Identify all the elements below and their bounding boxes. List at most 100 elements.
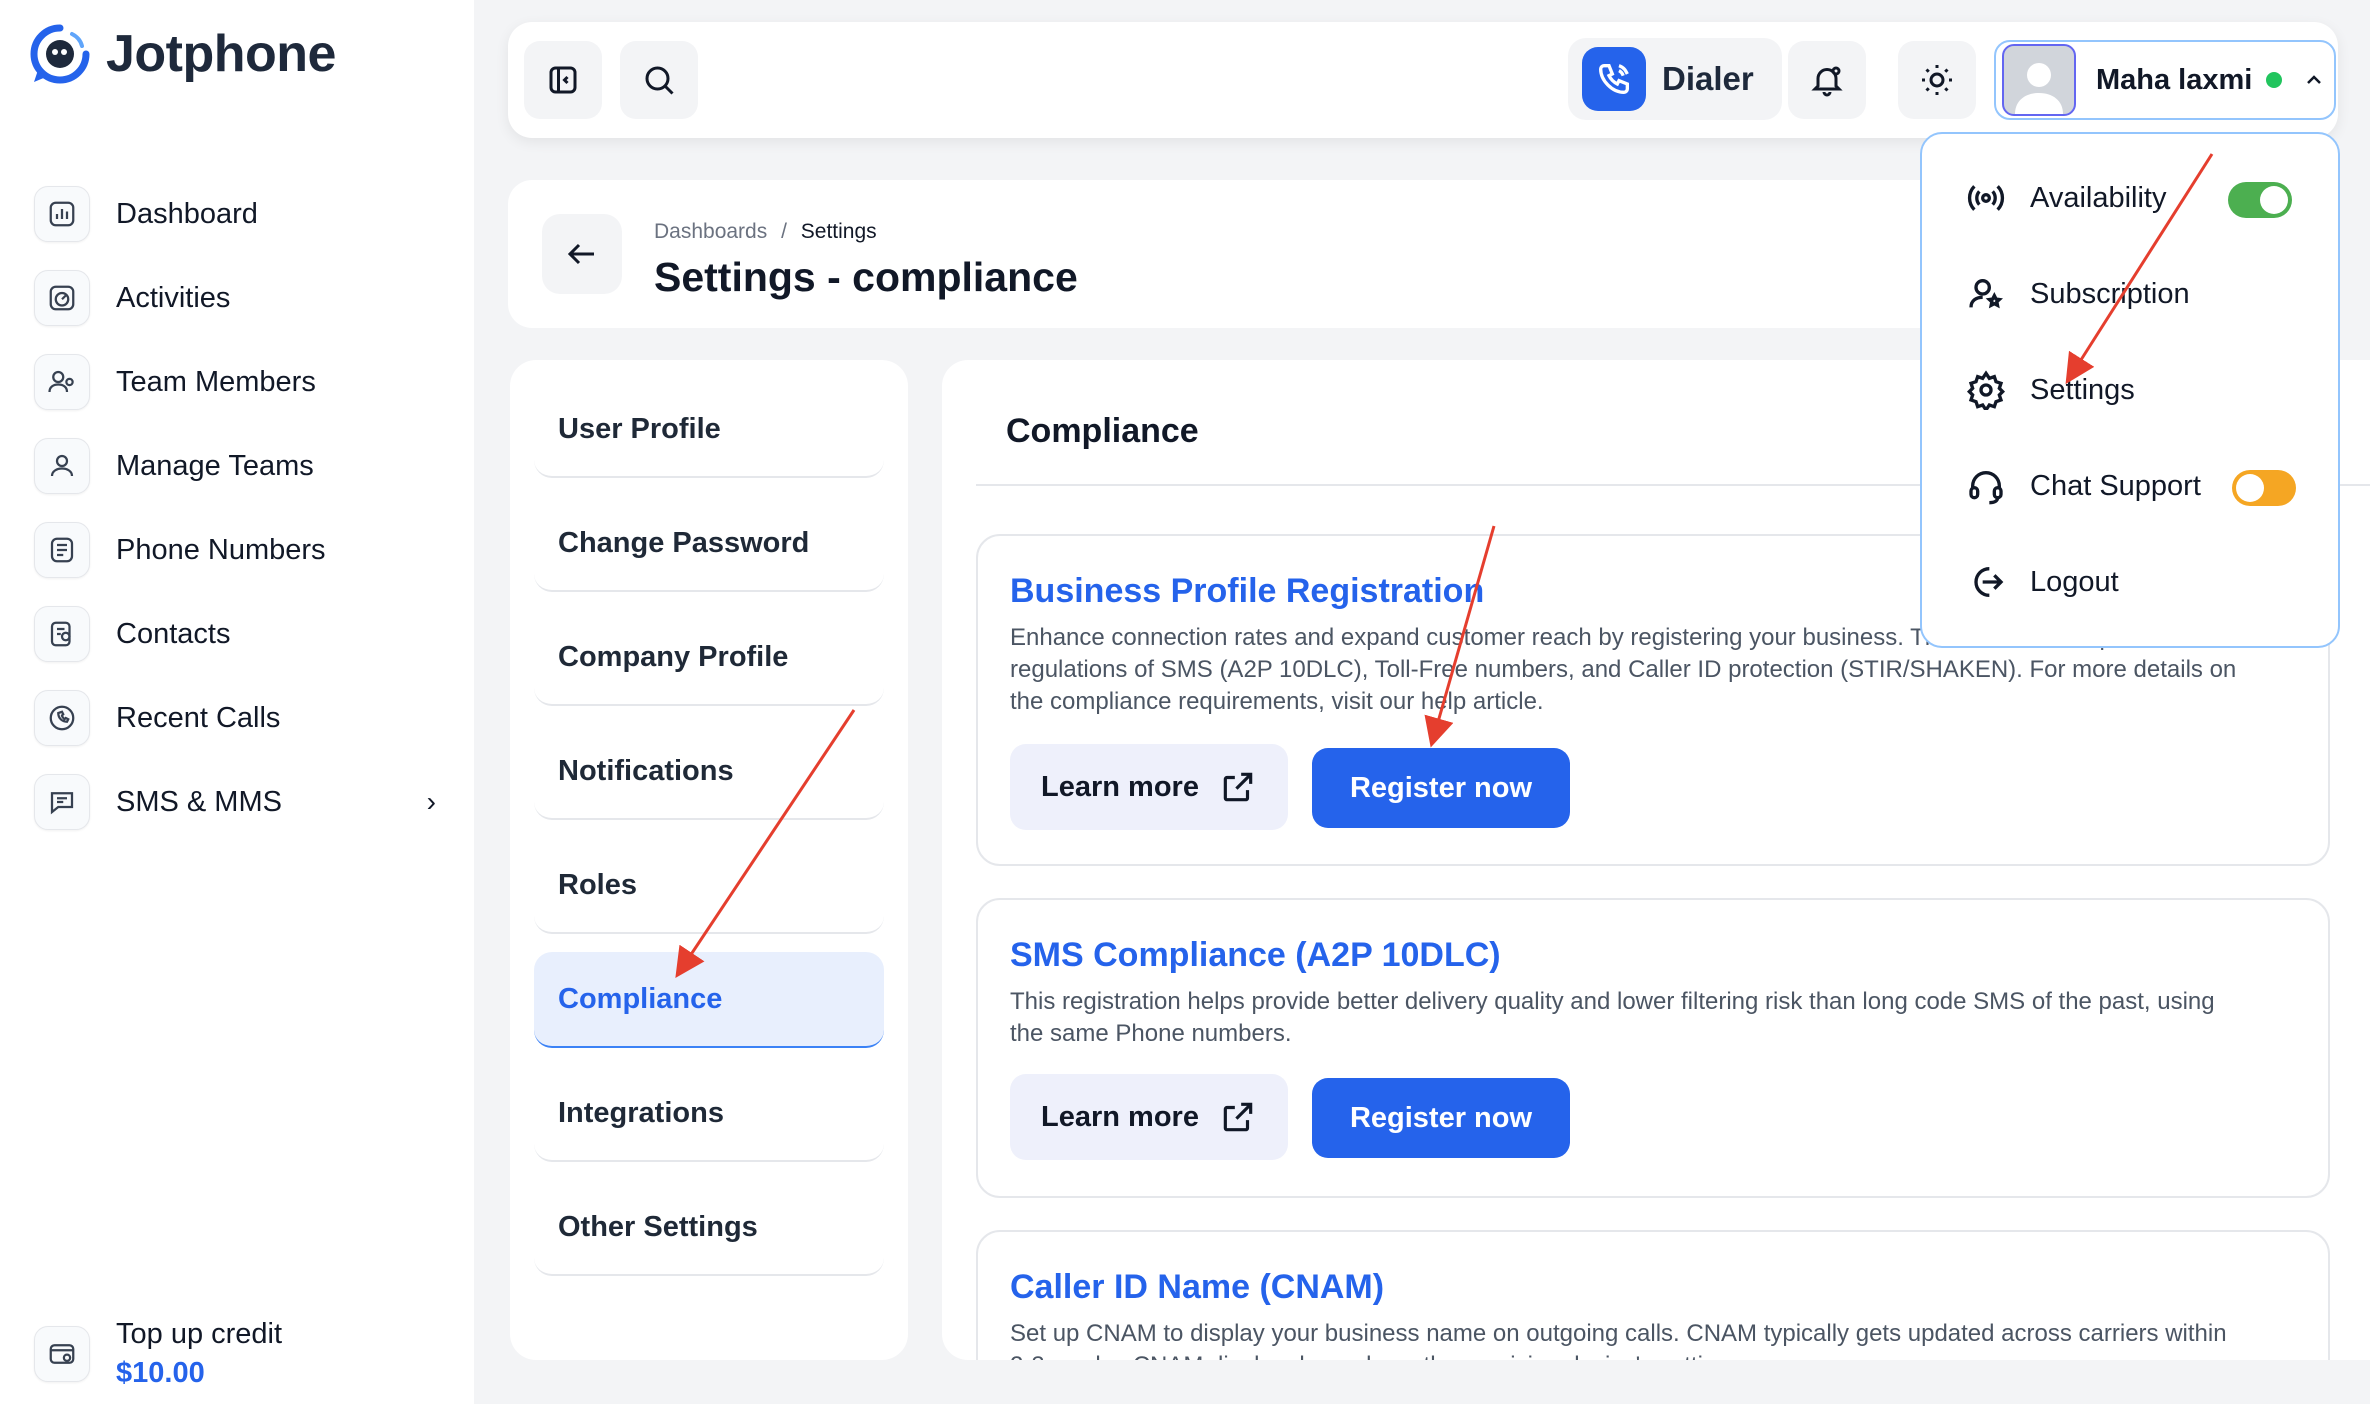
settings-item-user-profile[interactable]: User Profile: [534, 382, 884, 478]
settings-item-compliance[interactable]: Compliance: [534, 952, 884, 1048]
avatar: [2002, 44, 2076, 116]
bell-icon: [1811, 66, 1843, 97]
sidebar: Jotphone Dashboard Activities Team Membe…: [0, 0, 474, 1404]
online-status-dot: [2266, 72, 2283, 88]
brand-logo[interactable]: Jotphone: [28, 22, 336, 86]
dialer-label: Dialer: [1662, 60, 1754, 97]
top-bar: Dialer Maha laxmi: [508, 22, 2338, 138]
breadcrumb-current: Settings: [800, 220, 877, 243]
back-button[interactable]: [542, 214, 622, 294]
card-description: This registration helps provide better d…: [1010, 988, 2215, 1047]
learn-more-label: Learn more: [1041, 770, 1199, 803]
sidebar-item-recent-calls[interactable]: Recent Calls: [34, 676, 444, 760]
sidebar-item-manage-teams[interactable]: Manage Teams: [34, 424, 444, 508]
sidebar-item-label: Dashboard: [116, 197, 258, 230]
logout-icon: [1974, 567, 2004, 597]
menu-item-label: Logout: [2030, 565, 2119, 598]
sidebar-item-label: Recent Calls: [116, 701, 281, 734]
sidebar-toggle-icon: [549, 66, 577, 94]
wallet-icon: [34, 1326, 90, 1382]
learn-more-button[interactable]: Learn more: [1010, 1074, 1288, 1160]
topup-value: $10.00: [116, 1357, 205, 1389]
user-star-icon: [1969, 279, 2003, 309]
learn-more-label: Learn more: [1041, 1100, 1199, 1133]
brand-name: Jotphone: [106, 25, 336, 83]
sidebar-nav: Dashboard Activities Team Members Manage…: [34, 172, 444, 844]
breadcrumb-separator: /: [781, 220, 787, 243]
users-icon: [34, 354, 90, 410]
cnam-card: Caller ID Name (CNAM) Set up CNAM to dis…: [976, 1230, 2330, 1360]
sidebar-item-label: Manage Teams: [116, 449, 314, 482]
menu-item-settings[interactable]: Settings: [1966, 370, 2135, 410]
menu-item-label: Chat Support: [2030, 469, 2201, 502]
sidebar-item-dashboard[interactable]: Dashboard: [34, 172, 444, 256]
menu-item-label: Availability: [2030, 181, 2167, 214]
broadcast-icon: [1967, 185, 2005, 211]
sun-icon: [1922, 65, 1952, 95]
card-description: Set up CNAM to display your business nam…: [1010, 1320, 2227, 1360]
sidebar-item-phone-numbers[interactable]: Phone Numbers: [34, 508, 444, 592]
sidebar-item-label: Activities: [116, 281, 231, 314]
menu-item-label: Settings: [2030, 373, 2135, 406]
gauge-icon: [34, 270, 90, 326]
contact-icon: [34, 606, 90, 662]
register-now-button[interactable]: Register now: [1312, 1078, 1570, 1158]
menu-item-logout[interactable]: Logout: [1966, 562, 2119, 602]
settings-item-integrations[interactable]: Integrations: [534, 1066, 884, 1162]
settings-item-change-password[interactable]: Change Password: [534, 496, 884, 592]
search-button[interactable]: [620, 41, 698, 119]
user-dropdown-menu: Availability Subscription Settings Chat …: [1920, 132, 2340, 648]
chat-support-toggle[interactable]: [2232, 470, 2296, 506]
external-link-icon: [1223, 1102, 1253, 1132]
breadcrumb-root[interactable]: Dashboards: [654, 220, 767, 243]
theme-toggle-button[interactable]: [1898, 41, 1976, 119]
toggle-sidebar-button[interactable]: [524, 41, 602, 119]
settings-item-roles[interactable]: Roles: [534, 838, 884, 934]
search-icon: [645, 66, 674, 95]
toggle-knob: [2236, 474, 2264, 502]
breadcrumb: Dashboards / Settings: [654, 220, 877, 244]
toggle-knob: [2260, 186, 2288, 214]
card-title: SMS Compliance (A2P 10DLC): [1010, 936, 1501, 974]
learn-more-button[interactable]: Learn more: [1010, 744, 1288, 830]
card-title: Caller ID Name (CNAM): [1010, 1268, 1385, 1306]
menu-item-subscription[interactable]: Subscription: [1966, 274, 2190, 314]
dialer-button[interactable]: Dialer: [1568, 38, 1782, 120]
sidebar-item-label: SMS & MMS: [116, 785, 282, 818]
sidebar-item-label: Team Members: [116, 365, 316, 398]
notifications-button[interactable]: [1788, 41, 1866, 119]
register-now-button[interactable]: Register now: [1312, 748, 1570, 828]
arrow-left-icon: [567, 243, 594, 265]
sidebar-item-contacts[interactable]: Contacts: [34, 592, 444, 676]
team-icon: [34, 438, 90, 494]
headset-icon: [1969, 471, 2003, 505]
settings-item-notifications[interactable]: Notifications: [534, 724, 884, 820]
chevron-up-icon: [2307, 75, 2322, 84]
card-title: Business Profile Registration: [1010, 572, 1485, 610]
user-menu-button[interactable]: Maha laxmi: [1994, 40, 2336, 120]
user-name: Maha laxmi: [2096, 63, 2253, 96]
panel-title: Compliance: [1006, 412, 1199, 450]
availability-toggle[interactable]: [2228, 182, 2292, 218]
settings-menu: User Profile Change Password Company Pro…: [510, 360, 908, 1360]
settings-item-other-settings[interactable]: Other Settings: [534, 1180, 884, 1276]
sidebar-item-sms-mms[interactable]: SMS & MMS ›: [34, 760, 444, 844]
topup-credit[interactable]: Top up credit $10.00: [34, 1318, 282, 1390]
menu-item-label: Subscription: [2030, 277, 2190, 310]
message-icon: [34, 774, 90, 830]
sidebar-item-label: Contacts: [116, 617, 231, 650]
jotphone-logo-icon: [30, 24, 90, 84]
phone-icon: [34, 690, 90, 746]
page-title: Settings - compliance: [654, 254, 1078, 300]
menu-item-availability[interactable]: Availability: [1966, 178, 2166, 218]
sidebar-item-team-members[interactable]: Team Members: [34, 340, 444, 424]
list-icon: [34, 522, 90, 578]
sms-compliance-card: SMS Compliance (A2P 10DLC) This registra…: [976, 898, 2330, 1198]
menu-item-chat-support[interactable]: Chat Support: [1966, 466, 2201, 506]
gear-icon: [1966, 370, 2006, 410]
chart-icon: [34, 186, 90, 242]
phone-call-icon: [1582, 47, 1646, 111]
sidebar-item-activities[interactable]: Activities: [34, 256, 444, 340]
user-avatar-icon: [2015, 63, 2063, 114]
settings-item-company-profile[interactable]: Company Profile: [534, 610, 884, 706]
